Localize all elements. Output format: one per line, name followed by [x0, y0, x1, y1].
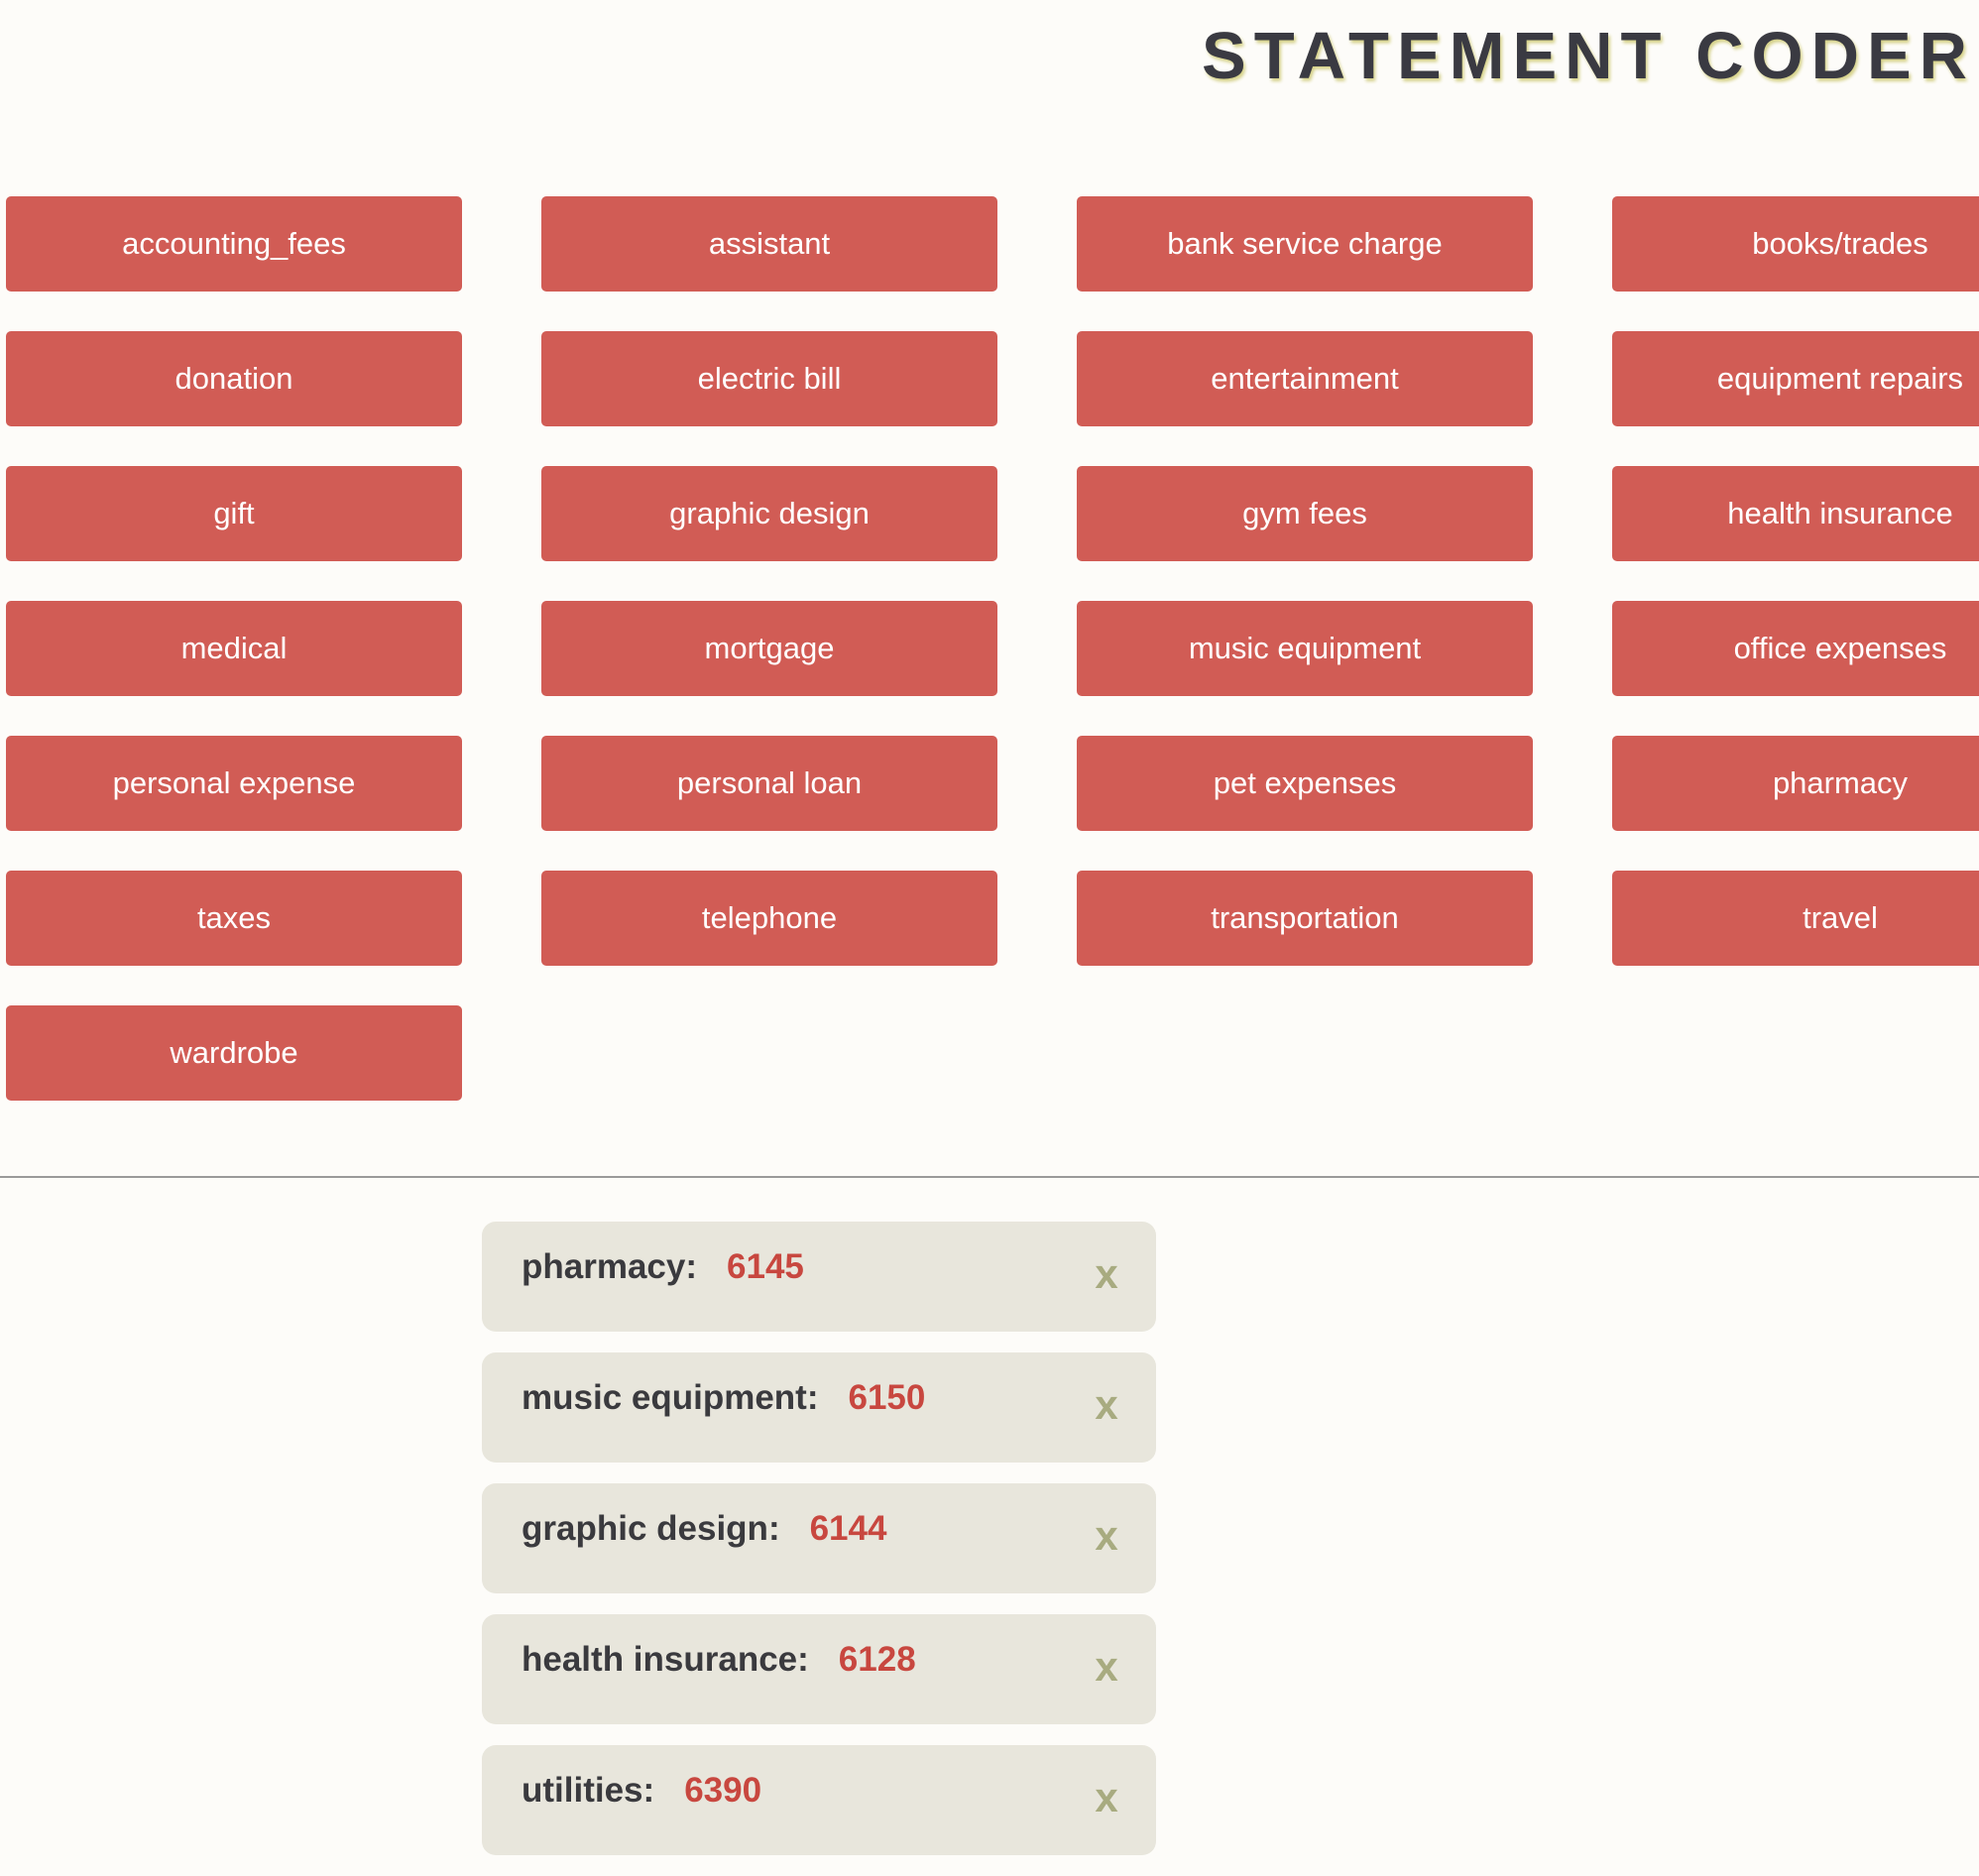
category-button-taxes[interactable]: taxes	[6, 871, 462, 966]
coded-item-name: health insurance	[522, 1640, 798, 1679]
category-button-pharmacy[interactable]: pharmacy	[1612, 736, 1979, 831]
category-grid: accounting_fees assistant bank service cha…	[6, 196, 1979, 1101]
coded-item-code: 6390	[684, 1771, 762, 1810]
category-button-wardrobe[interactable]: wardrobe	[6, 1005, 462, 1101]
category-button-health-insurance[interactable]: health insurance	[1612, 466, 1979, 561]
category-button-personal-expense[interactable]: personal expense	[6, 736, 462, 831]
coded-item-text: music equipment: 6150	[522, 1378, 925, 1418]
category-button-medical[interactable]: medical	[6, 601, 462, 696]
category-button-music-equipment[interactable]: music equipment	[1077, 601, 1533, 696]
category-button-books-trades[interactable]: books/trades	[1612, 196, 1979, 292]
coded-item-name: music equipment	[522, 1378, 807, 1417]
app-title: STATEMENT CODER	[1202, 19, 1976, 93]
coded-item-name: graphic design	[522, 1509, 768, 1548]
category-button-mortgage[interactable]: mortgage	[541, 601, 997, 696]
coded-item-text: pharmacy: 6145	[522, 1247, 804, 1287]
coded-item-code: 6150	[848, 1378, 926, 1417]
coded-item: health insurance: 6128 x	[482, 1614, 1156, 1724]
coded-item-text: health insurance: 6128	[522, 1640, 916, 1680]
category-button-equipment-repairs[interactable]: equipment repairs	[1612, 331, 1979, 426]
category-button-pet-expenses[interactable]: pet expenses	[1077, 736, 1533, 831]
coded-item-separator: :	[685, 1247, 698, 1286]
category-button-assistant[interactable]: assistant	[541, 196, 997, 292]
coded-item-code: 6144	[809, 1509, 887, 1548]
category-button-entertainment[interactable]: entertainment	[1077, 331, 1533, 426]
category-button-donation[interactable]: donation	[6, 331, 462, 426]
coded-item-separator: :	[642, 1771, 655, 1810]
category-button-bank-service-charge[interactable]: bank service charge	[1077, 196, 1533, 292]
category-button-graphic-design[interactable]: graphic design	[541, 466, 997, 561]
category-button-personal-loan[interactable]: personal loan	[541, 736, 997, 831]
coded-item-text: graphic design: 6144	[522, 1509, 886, 1549]
coded-list: pharmacy: 6145 x music equipment: 6150 x graph…	[482, 1222, 1156, 1876]
coded-item: music equipment: 6150 x	[482, 1352, 1156, 1463]
coded-item-name: utilities	[522, 1771, 643, 1810]
category-button-telephone[interactable]: telephone	[541, 871, 997, 966]
coded-item-code: 6128	[838, 1640, 916, 1679]
remove-button[interactable]: x	[1089, 1380, 1124, 1430]
remove-button[interactable]: x	[1089, 1249, 1124, 1299]
category-button-office-expenses[interactable]: office expenses	[1612, 601, 1979, 696]
coded-item: utilities: 6390 x	[482, 1745, 1156, 1855]
remove-button[interactable]: x	[1089, 1511, 1124, 1561]
coded-item-code: 6145	[727, 1247, 804, 1286]
coded-item-separator: :	[767, 1509, 780, 1548]
divider	[0, 1176, 1979, 1178]
category-button-electric-bill[interactable]: electric bill	[541, 331, 997, 426]
category-button-travel[interactable]: travel	[1612, 871, 1979, 966]
category-button-accounting-fees[interactable]: accounting_fees	[6, 196, 462, 292]
category-button-gym-fees[interactable]: gym fees	[1077, 466, 1533, 561]
remove-button[interactable]: x	[1089, 1642, 1124, 1692]
coded-item: pharmacy: 6145 x	[482, 1222, 1156, 1332]
remove-button[interactable]: x	[1089, 1773, 1124, 1822]
category-button-transportation[interactable]: transportation	[1077, 871, 1533, 966]
coded-item-separator: :	[797, 1640, 809, 1679]
category-button-gift[interactable]: gift	[6, 466, 462, 561]
coded-item: graphic design: 6144 x	[482, 1483, 1156, 1593]
coded-item-name: pharmacy	[522, 1247, 686, 1286]
coded-item-separator: :	[806, 1378, 819, 1417]
coded-item-text: utilities: 6390	[522, 1771, 761, 1811]
